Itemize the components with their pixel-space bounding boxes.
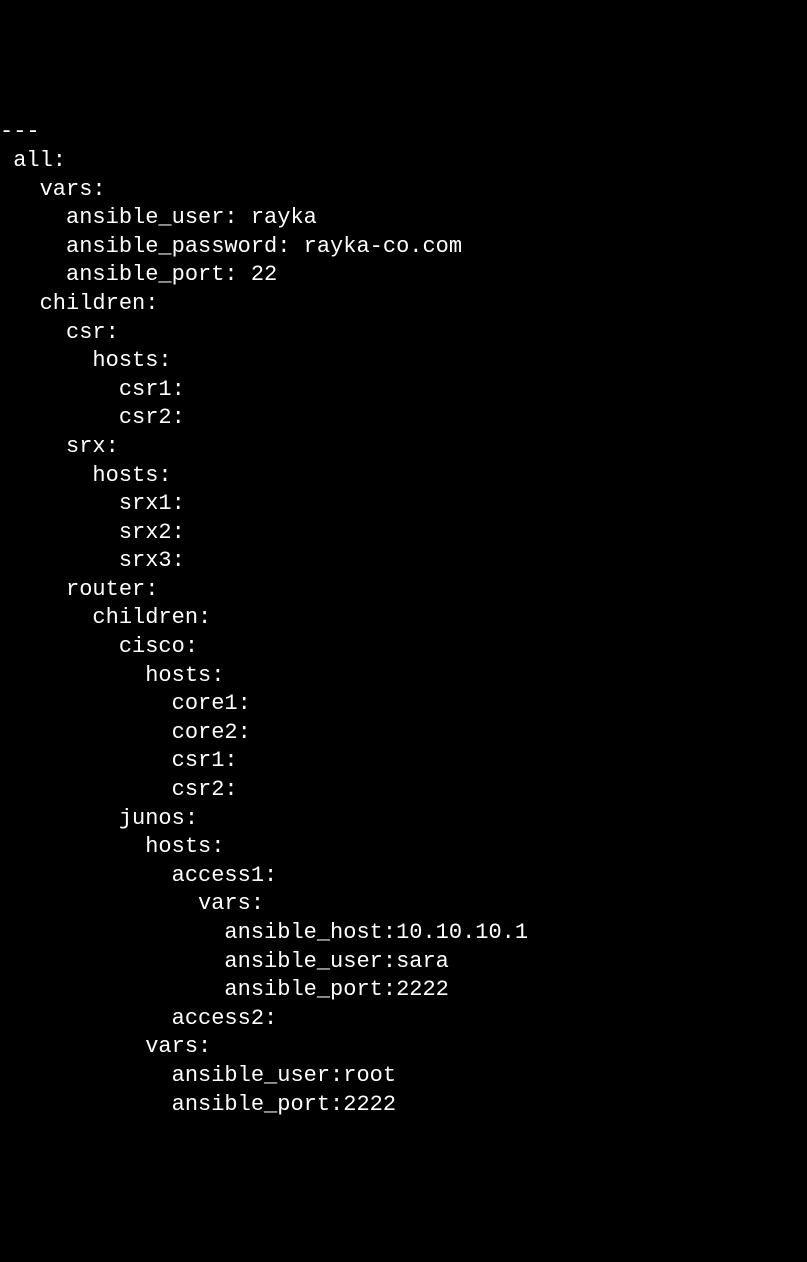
terminal-line: ansible_host:10.10.10.1	[0, 919, 807, 948]
terminal-line: csr2:	[0, 776, 807, 805]
terminal-line: hosts:	[0, 462, 807, 491]
terminal-line: csr1:	[0, 376, 807, 405]
terminal-line: ansible_password: rayka-co.com	[0, 233, 807, 262]
terminal-line: vars:	[0, 1033, 807, 1062]
terminal-line: srx2:	[0, 519, 807, 548]
terminal-line: children:	[0, 604, 807, 633]
terminal-line: ansible_user: rayka	[0, 204, 807, 233]
terminal-line: ansible_port: 22	[0, 261, 807, 290]
terminal-line: srx3:	[0, 547, 807, 576]
terminal-line: csr:	[0, 319, 807, 348]
terminal-line: hosts:	[0, 347, 807, 376]
terminal-line: csr2:	[0, 404, 807, 433]
terminal-line: vars:	[0, 890, 807, 919]
terminal-line: ansible_port:2222	[0, 1091, 807, 1120]
terminal-line: core2:	[0, 719, 807, 748]
terminal-line: vars:	[0, 176, 807, 205]
terminal-line: access2:	[0, 1005, 807, 1034]
terminal-line: ansible_user:root	[0, 1062, 807, 1091]
terminal-line: ansible_user:sara	[0, 948, 807, 977]
terminal-line: children:	[0, 290, 807, 319]
terminal-line: all:	[0, 147, 807, 176]
terminal-line: ansible_port:2222	[0, 976, 807, 1005]
terminal-line: hosts:	[0, 833, 807, 862]
terminal-line: cisco:	[0, 633, 807, 662]
terminal-output: --- all: vars: ansible_user: rayka ansib…	[0, 118, 807, 1119]
terminal-line: srx1:	[0, 490, 807, 519]
terminal-line: srx:	[0, 433, 807, 462]
terminal-line: csr1:	[0, 747, 807, 776]
terminal-line: core1:	[0, 690, 807, 719]
terminal-line: router:	[0, 576, 807, 605]
terminal-line: access1:	[0, 862, 807, 891]
terminal-line: hosts:	[0, 662, 807, 691]
terminal-line: ---	[0, 118, 807, 147]
terminal-line: junos:	[0, 805, 807, 834]
